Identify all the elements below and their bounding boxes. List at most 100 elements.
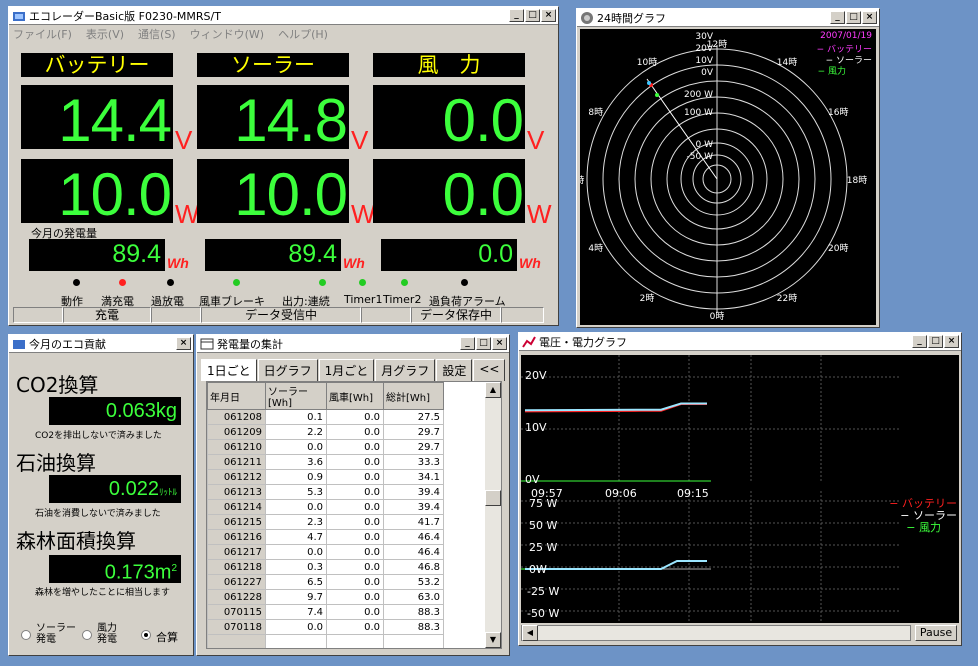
table-cell: 0.1 <box>265 409 327 425</box>
table-cell: 061210 <box>207 439 266 455</box>
table-cell: 88.3 <box>383 604 444 620</box>
table-icon <box>200 337 214 351</box>
solar-watt-display: 10.0 <box>197 159 349 228</box>
vgraph-maximize-button[interactable]: □ <box>928 335 943 348</box>
radio-wind[interactable] <box>82 630 92 640</box>
indicator-led <box>119 279 126 286</box>
status-cell-3 <box>501 307 544 323</box>
table-row[interactable]: 061211 3.6 0.0 33.3 <box>207 454 444 470</box>
table-row[interactable]: 061217 0.0 0.0 46.4 <box>207 544 444 560</box>
table-cell: 46.4 <box>383 544 444 560</box>
data-table: 年月日 ソーラー[Wh] 風車[Wh] 総計[Wh] 061208 0.1 0.0 2… <box>207 382 444 648</box>
tab-daily[interactable]: 1日ごと <box>201 359 257 381</box>
table-row[interactable]: 061208 0.1 0.0 27.5 <box>207 409 444 425</box>
wind-watt: 0.0 <box>442 161 524 228</box>
forest-note: 森林を増やしたことに相当します <box>35 588 171 598</box>
table-cell: 061212 <box>207 469 266 485</box>
battery-watt-unit: W <box>175 199 200 229</box>
menu-file[interactable]: ファイル(F) <box>13 26 72 42</box>
col-solar[interactable]: ソーラー[Wh] <box>265 382 327 410</box>
solar-wh: 89.4 <box>288 240 337 268</box>
table-row[interactable]: 070115 7.4 0.0 88.3 <box>207 604 444 620</box>
radio-total[interactable] <box>141 630 151 640</box>
indicator-led <box>233 279 240 286</box>
tab-scroll-left[interactable]: << <box>473 359 506 381</box>
solar-wh-unit: Wh <box>343 255 365 271</box>
close-button[interactable]: × <box>541 9 556 22</box>
scroll-up-button[interactable]: ▲ <box>485 382 501 398</box>
tab-daily-graph[interactable]: 日グラフ <box>257 359 318 381</box>
minimize-button[interactable]: _ <box>509 9 524 22</box>
col-date[interactable]: 年月日 <box>207 382 266 410</box>
table-cell: 6.5 <box>265 574 327 590</box>
menu-view[interactable]: 表示(V) <box>86 26 124 42</box>
table-row[interactable]: 061228 9.7 0.0 63.0 <box>207 589 444 605</box>
table-window: 発電量の集計 _ □ × 1日ごと 日グラフ 1月ごと 月グラフ 設定 << 年… <box>196 334 510 656</box>
status-recv: データ受信中 <box>201 307 361 323</box>
menu-help[interactable]: ヘルプ(H) <box>278 26 328 42</box>
table-cell: 0.0 <box>265 619 327 635</box>
table-titlebar[interactable]: 発電量の集計 _ □ × <box>197 335 509 353</box>
vlabel-10: 10V <box>525 421 547 434</box>
scroll-down-button[interactable]: ▼ <box>485 632 501 648</box>
table-cell: 0.0 <box>326 424 384 440</box>
table-row[interactable]: 061209 2.2 0.0 29.7 <box>207 424 444 440</box>
main-titlebar[interactable]: エコレーダーBasic版 F0230-MMRS/T _ □ × <box>9 7 558 25</box>
table-close-button[interactable]: × <box>492 337 507 350</box>
menu-window[interactable]: ウィンドウ(W) <box>190 26 264 42</box>
radio-solar[interactable] <box>21 630 31 640</box>
forest-value-box: 0.173m2 <box>49 555 181 584</box>
table-row[interactable]: 061216 4.7 0.0 46.4 <box>207 529 444 545</box>
polar-title: 24時間グラフ <box>597 11 666 25</box>
table-row[interactable]: 061218 0.3 0.0 46.8 <box>207 559 444 575</box>
table-row[interactable]: 061214 0.0 0.0 39.4 <box>207 499 444 515</box>
table-row[interactable]: 061212 0.9 0.0 34.1 <box>207 469 444 485</box>
table-maximize-button[interactable]: □ <box>476 337 491 350</box>
hscroll-left-button[interactable]: ◀ <box>522 625 538 641</box>
vertical-scrollbar[interactable]: ▲ ▼ <box>485 382 501 648</box>
polar-titlebar[interactable]: 24時間グラフ _ □ × <box>577 9 879 27</box>
polar-trace-point <box>647 81 651 85</box>
table-minimize-button[interactable]: _ <box>460 337 475 350</box>
tab-settings[interactable]: 設定 <box>436 359 473 381</box>
polar-minimize-button[interactable]: _ <box>830 11 845 24</box>
table-row[interactable]: 070118 0.0 0.0 88.3 <box>207 619 444 635</box>
wlabel-75: 75 W <box>529 497 558 510</box>
table-row[interactable]: 061210 0.0 0.0 29.7 <box>207 439 444 455</box>
table-row[interactable]: 061227 6.5 0.0 53.2 <box>207 574 444 590</box>
polar-close-button[interactable]: × <box>862 11 877 24</box>
col-wind[interactable]: 風車[Wh] <box>326 382 384 410</box>
power-series-line <box>525 560 707 570</box>
polar-maximize-button[interactable]: □ <box>846 11 861 24</box>
battery-watt: 10.0 <box>58 161 172 228</box>
table-cell: 061209 <box>207 424 266 440</box>
table-cell: 0.0 <box>326 499 384 515</box>
maximize-button[interactable]: □ <box>525 9 540 22</box>
eco-titlebar[interactable]: 今月のエコ貢献 × <box>9 335 193 353</box>
table-cell: 46.8 <box>383 559 444 575</box>
vgraph-titlebar[interactable]: 電圧・電力グラフ _ □ × <box>519 333 961 351</box>
vgraph-close-button[interactable]: × <box>944 335 959 348</box>
pause-button[interactable]: Pause <box>915 625 957 641</box>
table-cell: 3.6 <box>265 454 327 470</box>
menu-comm[interactable]: 通信(S) <box>138 26 176 42</box>
menubar: ファイル(F) 表示(V) 通信(S) ウィンドウ(W) ヘルプ(H) <box>9 25 558 43</box>
table-row[interactable]: 061213 5.3 0.0 39.4 <box>207 484 444 500</box>
vgraph-minimize-button[interactable]: _ <box>912 335 927 348</box>
table-cell: 0.0 <box>326 604 384 620</box>
wlabel-m25: -25 W <box>527 585 560 598</box>
battery-volt-unit: V <box>175 125 193 155</box>
col-total[interactable]: 総計[Wh] <box>383 382 444 410</box>
tab-monthly-graph[interactable]: 月グラフ <box>375 359 436 381</box>
vgraph-hscroll[interactable]: ◀ <box>521 625 911 641</box>
polar-hour-label: 10時 <box>637 57 657 68</box>
wind-volt: 0.0 <box>442 87 524 154</box>
wind-wh-display: 0.0 <box>381 239 517 271</box>
table-row[interactable]: 061215 2.3 0.0 41.7 <box>207 514 444 530</box>
header-wind: 風 力 <box>373 53 525 77</box>
tab-monthly[interactable]: 1月ごと <box>318 359 375 381</box>
scroll-thumb[interactable] <box>485 490 501 506</box>
table-cell: 0.0 <box>265 499 327 515</box>
vlabel-0: 0V <box>525 473 540 486</box>
eco-close-button[interactable]: × <box>176 337 191 350</box>
